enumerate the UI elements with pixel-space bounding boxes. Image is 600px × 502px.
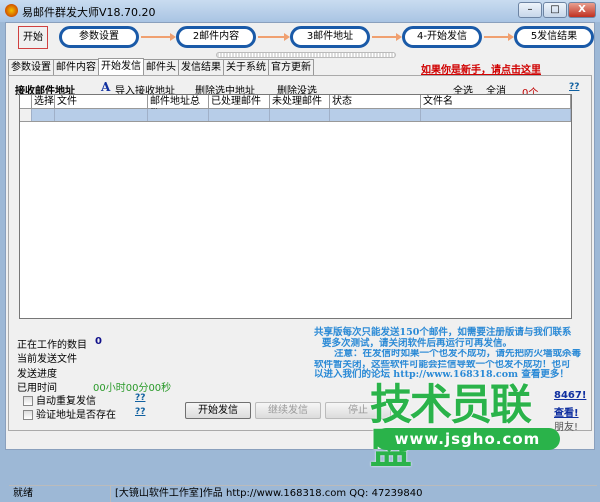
row-indicator-header	[20, 95, 32, 109]
tab-update[interactable]: 官方更新	[268, 59, 314, 75]
elapsed-time: 00小时00分00秒	[93, 383, 172, 394]
verify-address-help[interactable]: ??	[135, 407, 145, 417]
working-count: 0	[95, 336, 102, 347]
help-link[interactable]: ??	[569, 82, 579, 92]
tab-send[interactable]: 开始发信	[98, 58, 144, 75]
minimize-button[interactable]: –	[518, 2, 542, 18]
status-credit: [大镜山软件工作室]作品 http://www.168318.com QQ: 4…	[115, 488, 423, 499]
notice-text: 共享版每次只能发送150个邮件，如需要注册版请与我们联系 要多次测试，请关闭软件…	[314, 327, 582, 380]
grid-header: 选择 文件 邮件地址总数 已处理邮件 未处理邮件 状态 文件名	[20, 95, 571, 120]
import-icon: A	[101, 80, 111, 94]
tab-about[interactable]: 关于系统	[223, 59, 269, 75]
auto-resend-help[interactable]: ??	[135, 393, 145, 403]
app-icon	[5, 4, 18, 17]
arrow-icon	[141, 33, 176, 41]
workflow-step-address[interactable]: 3邮件地址	[290, 26, 370, 48]
workflow-step-content[interactable]: 2邮件内容	[176, 26, 256, 48]
workflow-step-result[interactable]: 5发信结果	[514, 26, 594, 48]
arrow-icon	[372, 33, 402, 41]
tab-params[interactable]: 参数设置	[8, 59, 54, 75]
progress-label: 发送进度	[17, 369, 57, 380]
table-row[interactable]	[20, 109, 571, 122]
close-button[interactable]: X	[568, 2, 596, 18]
tab-headers[interactable]: 邮件头	[143, 59, 179, 75]
column-header[interactable]: 文件名	[421, 95, 571, 109]
newbie-link[interactable]: 如果你是新手，请点击这里	[421, 61, 541, 76]
column-header[interactable]: 已处理邮件	[209, 95, 270, 109]
current-file-label: 当前发送文件	[17, 354, 77, 365]
checkbox-icon	[23, 410, 33, 420]
splitter-handle[interactable]	[216, 52, 396, 58]
working-count-label: 正在工作的数目	[17, 340, 87, 351]
tab-content[interactable]: 邮件内容	[53, 59, 99, 75]
auto-resend-checkbox[interactable]: 自动重复发信	[23, 392, 96, 407]
address-grid[interactable]: 选择 文件 邮件地址总数 已处理邮件 未处理邮件 状态 文件名	[19, 94, 572, 319]
watermark-url: www.jsgho.com	[375, 428, 560, 450]
maximize-button[interactable]: □	[543, 2, 567, 18]
checkbox-icon	[23, 396, 33, 406]
arrow-icon	[484, 33, 514, 41]
title-bar: 易邮件群发大师V18.70.20 – □ X	[0, 0, 600, 22]
column-header[interactable]: 未处理邮件	[270, 95, 330, 109]
arrow-icon	[258, 33, 290, 41]
start-send-button[interactable]: 开始发信	[185, 402, 251, 419]
status-state: 就绪	[9, 486, 111, 502]
continue-send-button[interactable]: 继续发信	[255, 402, 321, 419]
tab-bar: 参数设置 邮件内容 开始发信 邮件头 发信结果 关于系统 官方更新	[8, 58, 314, 76]
send-panel: 接收邮件地址 A 导入接收地址 删除选中地址 删除没选 全选 全消 0个 ?? …	[8, 75, 597, 502]
status-bar: 就绪 [大镜山软件工作室]作品 http://www.168318.com QQ…	[9, 485, 597, 502]
window-title: 易邮件群发大师V18.70.20	[22, 6, 156, 19]
verify-address-checkbox[interactable]: 验证地址是否存在	[23, 406, 116, 421]
column-header[interactable]: 选择	[32, 95, 55, 109]
workflow-start[interactable]: 开始	[18, 26, 48, 49]
column-header[interactable]: 邮件地址总数	[148, 95, 209, 120]
column-header[interactable]: 文件	[55, 95, 148, 109]
column-header[interactable]: 状态	[330, 95, 421, 109]
workflow-step-params[interactable]: 参数设置	[59, 26, 139, 48]
watermark-logo: 技术员联盟	[370, 380, 532, 471]
workflow-step-send[interactable]: 4-开始发信	[402, 26, 482, 48]
tab-results[interactable]: 发信结果	[178, 59, 224, 75]
